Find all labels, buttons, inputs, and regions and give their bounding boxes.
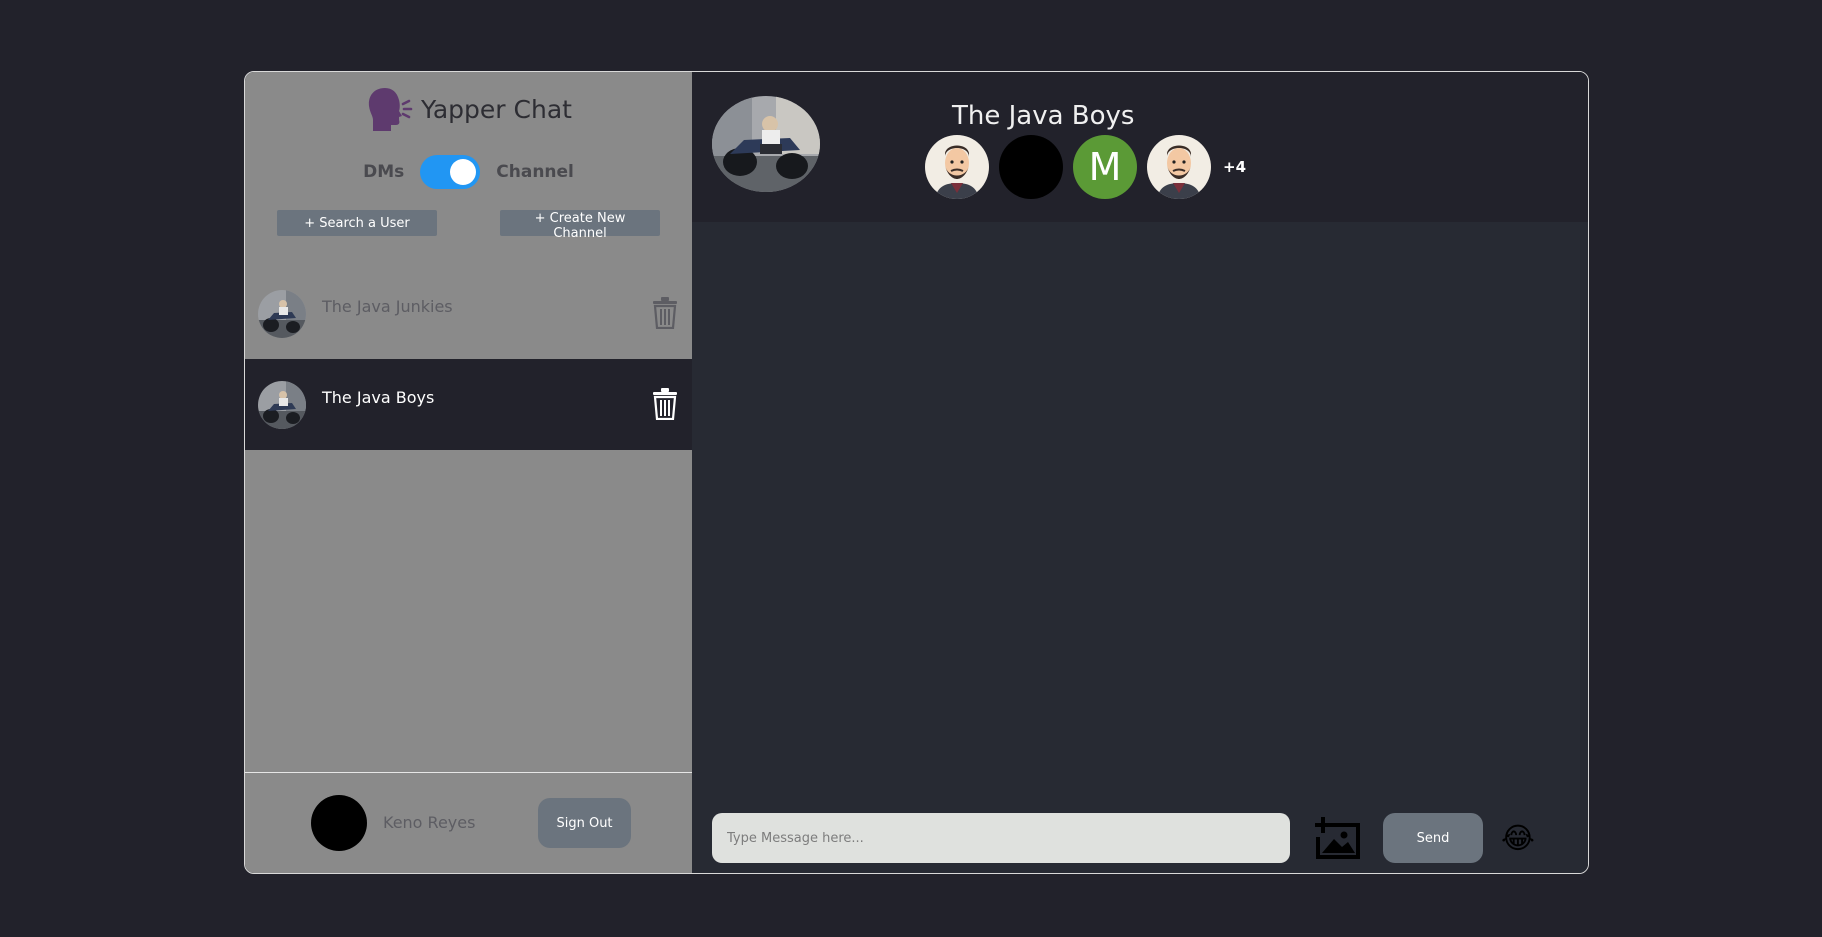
channel-avatar	[258, 289, 306, 338]
message-input[interactable]	[712, 813, 1290, 863]
more-members-count[interactable]: +4	[1223, 158, 1246, 176]
create-channel-button[interactable]: + Create New Channel	[500, 210, 660, 241]
member-avatar[interactable]	[925, 135, 989, 199]
dm-channel-toggle-row: DMs Channel	[245, 155, 692, 189]
motorcycle-photo-icon	[258, 289, 306, 338]
sidebar-actions: + Search a User + Create New Channel	[277, 210, 660, 241]
channel-name: The Java Junkies	[322, 297, 453, 316]
channel-item-java-junkies[interactable]: The Java Junkies	[245, 268, 692, 359]
chat-header: The Java Boys M +4	[692, 72, 1588, 222]
dms-label: DMs	[363, 162, 405, 182]
user-footer: Keno Reyes Sign Out	[245, 772, 692, 873]
channel-label: Channel	[496, 162, 574, 182]
dm-channel-toggle[interactable]	[420, 155, 481, 189]
member-avatars: M +4	[925, 135, 1246, 199]
speaking-head-icon	[368, 88, 413, 131]
brand: Yapper Chat	[245, 86, 692, 132]
sidebar: Yapper Chat DMs Channel + Search a User …	[245, 72, 692, 873]
motorcycle-photo-icon	[258, 380, 306, 429]
add-image-icon[interactable]	[1312, 813, 1362, 863]
chat-panel: The Java Boys M +4 Type Message here... …	[692, 72, 1588, 873]
app-window: Yapper Chat DMs Channel + Search a User …	[244, 71, 1589, 874]
member-avatar[interactable]: M	[1073, 135, 1137, 199]
search-user-button[interactable]: + Search a User	[277, 210, 437, 236]
sign-out-button[interactable]: Sign Out	[538, 798, 631, 848]
app-title: Yapper Chat	[421, 94, 572, 124]
channel-header-avatar[interactable]	[712, 96, 820, 192]
channel-avatar	[258, 380, 306, 429]
emoji-picker-button[interactable]: 😂	[1501, 819, 1535, 857]
member-avatar[interactable]	[999, 135, 1063, 199]
chat-title: The Java Boys	[952, 101, 1135, 131]
message-composer: Send 😂	[712, 813, 1548, 863]
trash-icon[interactable]	[652, 388, 678, 420]
channel-item-java-boys[interactable]: The Java Boys	[245, 359, 692, 450]
trash-icon[interactable]	[652, 297, 678, 329]
illustrated-man-avatar-icon	[1147, 135, 1211, 199]
send-button[interactable]: Send	[1383, 813, 1483, 863]
channel-list: The Java Junkies The Java Boys	[245, 268, 692, 450]
illustrated-man-avatar-icon	[925, 135, 989, 199]
motorcycle-photo-icon	[712, 96, 820, 192]
user-avatar[interactable]	[311, 795, 367, 851]
channel-name: The Java Boys	[322, 388, 435, 407]
user-name: Keno Reyes	[383, 813, 476, 832]
member-avatar[interactable]	[1147, 135, 1211, 199]
toggle-knob	[450, 159, 477, 185]
